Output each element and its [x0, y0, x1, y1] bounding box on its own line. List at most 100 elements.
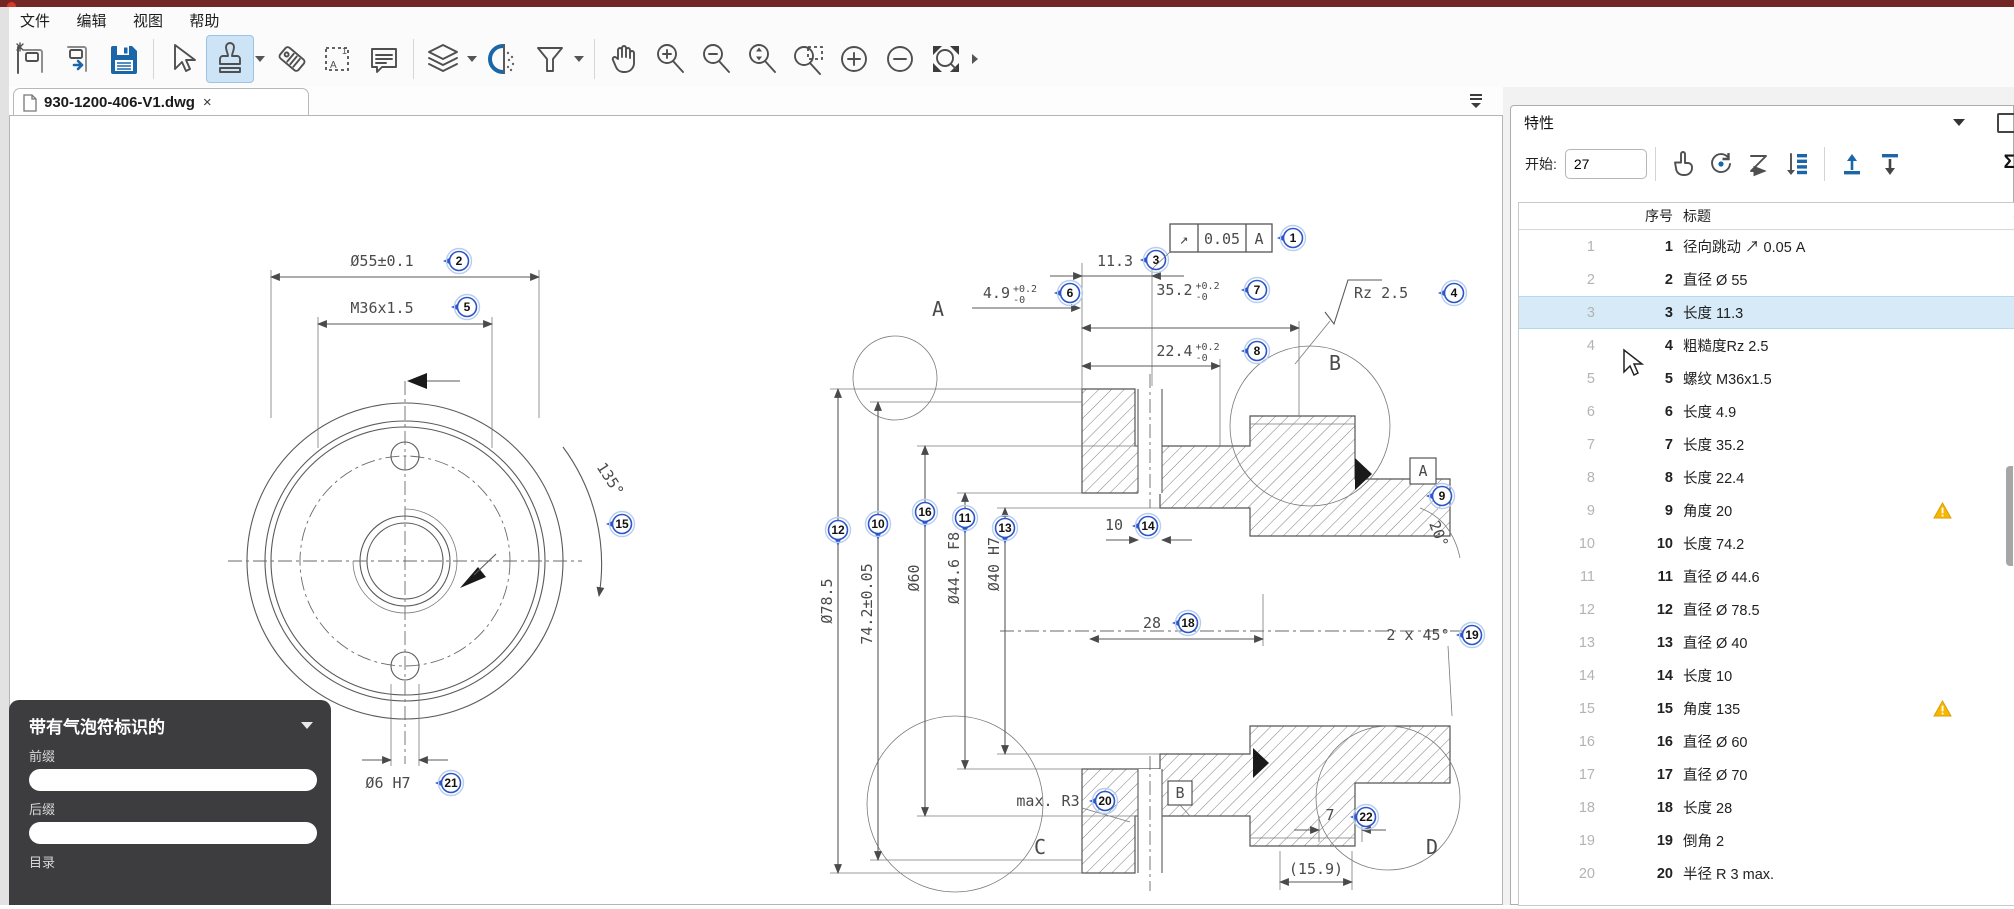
surface-finish[interactable]: Rz 2.5 [1295, 280, 1408, 364]
suffix-input[interactable] [29, 822, 317, 844]
menu-help[interactable]: 帮助 [189, 10, 219, 31]
dimension-text[interactable]: 28 [1143, 614, 1161, 632]
select-button[interactable] [160, 36, 206, 82]
dimension-text[interactable]: Ø6 H7 [365, 774, 410, 792]
dimension-text[interactable]: Ø55±0.1 [350, 252, 413, 270]
feature-control-frame[interactable]: ↗ 0.05 A [1153, 224, 1272, 268]
increase-button[interactable] [831, 36, 877, 82]
dimension-text[interactable]: M36x1.5 [350, 299, 413, 317]
layers-button[interactable] [420, 36, 466, 82]
pick-button[interactable] [1664, 145, 1702, 183]
tag-button[interactable] [269, 36, 315, 82]
svg-text:74.2±0.05[interactable]: 74.2±0.05 [858, 563, 876, 644]
table-row[interactable]: 1111直径 Ø 44.644.6 [1519, 560, 2014, 593]
collapse-caret-icon[interactable] [301, 722, 313, 729]
table-row[interactable]: 1414长度 1010 [1519, 659, 2014, 692]
table-row[interactable]: 11径向跳动 ↗ 0.05 A [1519, 230, 2014, 263]
table-row[interactable]: 88长度 22.422.4 [1519, 461, 2014, 494]
open-file-button[interactable] [55, 36, 101, 82]
scrollbar-thumb[interactable] [2006, 466, 2013, 566]
table-row[interactable]: 1616直径 Ø 6060 [1519, 725, 2014, 758]
table-row[interactable]: 1919倒角 22 [1519, 824, 2014, 857]
stamp-button[interactable] [206, 35, 254, 83]
svg-text:Ø60[interactable]: Ø60 [905, 564, 923, 591]
menu-file[interactable]: 文件 [20, 10, 50, 31]
balloon-6[interactable]: 6 [1054, 281, 1083, 306]
dimension-text[interactable]: max. R3 [1016, 792, 1079, 810]
reorder-button[interactable] [1740, 145, 1778, 183]
balloon-14[interactable]: 14 [1132, 514, 1161, 539]
balloon-12[interactable]: 12 [826, 518, 851, 547]
zoom-dynamic-button[interactable] [739, 36, 785, 82]
document-tab[interactable]: 930-1200-406-V1.dwg × [13, 88, 309, 116]
new-file-button[interactable] [9, 36, 55, 82]
save-button[interactable] [101, 36, 147, 82]
balloon-2[interactable]: 2 [443, 249, 472, 274]
dimension-text[interactable]: 22.4+0.2-0 [1156, 342, 1219, 364]
dimension-text[interactable]: 7 [1325, 806, 1334, 824]
pan-button[interactable] [601, 36, 647, 82]
dimension-text[interactable]: 11.3 [1097, 252, 1133, 270]
table-row[interactable]: 44粗糙度Rz 2.5 [1519, 329, 2014, 362]
export-top-button[interactable] [1833, 145, 1871, 183]
stamp-dropdown-caret[interactable] [255, 56, 265, 62]
dimension-text[interactable]: 10 [1105, 516, 1123, 534]
balloon-8[interactable]: 8 [1241, 339, 1270, 364]
table-row[interactable]: 1313直径 Ø 4040 [1519, 626, 2014, 659]
table-row[interactable]: 1212直径 Ø 78.578.5 [1519, 593, 2014, 626]
table-row[interactable]: 77长度 35.235.2 [1519, 428, 2014, 461]
dimension-text[interactable]: 135° [593, 459, 628, 499]
refresh-button[interactable] [1702, 145, 1740, 183]
balloon-10[interactable]: 10 [866, 512, 891, 541]
dimension-text[interactable]: 2 x 45° [1386, 626, 1449, 644]
pin-icon[interactable] [1997, 113, 2014, 133]
start-number-input[interactable] [1565, 149, 1647, 179]
table-row[interactable]: 1717直径 Ø 7070 [1519, 758, 2014, 791]
decrease-button[interactable] [877, 36, 923, 82]
balloon-3[interactable]: 3 [1140, 248, 1169, 273]
table-row[interactable]: 55螺纹 M36x1.5 [1519, 362, 2014, 395]
tab-list-button[interactable] [1467, 93, 1485, 114]
layers-dropdown-caret[interactable] [467, 56, 477, 62]
zoom-window-button[interactable] [785, 36, 831, 82]
svg-text:Ø78.5[interactable]: Ø78.5 [818, 578, 836, 623]
filter-button[interactable] [527, 36, 573, 82]
balloon-4[interactable]: 4 [1438, 281, 1467, 306]
toolbar-overflow-chevron[interactable] [972, 54, 978, 64]
balloon-7[interactable]: 7 [1241, 278, 1270, 303]
balloon-11[interactable]: 11 [953, 506, 978, 535]
filter-dropdown-caret[interactable] [574, 56, 584, 62]
balloon-1[interactable]: 1 [1277, 226, 1306, 251]
select-area-button[interactable]: A1 [315, 36, 361, 82]
mirror-button[interactable] [481, 36, 527, 82]
svg-text:Ø40 H7[interactable]: Ø40 H7 [985, 537, 1003, 591]
menu-edit[interactable]: 编辑 [76, 10, 106, 31]
balloon-15[interactable]: 15 [606, 512, 635, 537]
comment-button[interactable] [361, 36, 407, 82]
table-row[interactable]: 1010长度 74.274.2 [1519, 527, 2014, 560]
table-row[interactable]: 1515角度 135135 [1519, 692, 2014, 725]
column-nominal[interactable]: 名义值 [1959, 206, 2014, 226]
menu-view[interactable]: 视图 [133, 10, 163, 31]
table-row[interactable]: 33长度 11.311.3 [1519, 296, 2014, 329]
tab-close-icon[interactable]: × [203, 94, 212, 111]
table-row[interactable]: 99角度 2020 [1519, 494, 2014, 527]
table-row[interactable]: 2020半径 R 3 max.3 [1519, 857, 2014, 890]
column-title[interactable]: 标题 [1683, 206, 1925, 226]
prefix-input[interactable] [29, 769, 317, 791]
balloon-16[interactable]: 16 [913, 500, 938, 529]
column-index[interactable]: 序号 [1601, 206, 1683, 226]
dimension-text[interactable]: 35.2+0.2-0 [1156, 281, 1219, 303]
sort-list-button[interactable] [1778, 145, 1816, 183]
export-bottom-button[interactable] [1871, 145, 1909, 183]
zoom-fit-button[interactable] [923, 36, 969, 82]
svg-text:Ø44.6 F8[interactable]: Ø44.6 F8 [945, 532, 963, 604]
balloon-19[interactable]: 19 [1456, 623, 1485, 648]
balloon-5[interactable]: 5 [451, 295, 480, 320]
table-row[interactable]: 66长度 4.94.9 [1519, 395, 2014, 428]
balloon-18[interactable]: 18 [1172, 611, 1201, 636]
zoom-in-button[interactable] [647, 36, 693, 82]
table-row[interactable]: 1818长度 2828 [1519, 791, 2014, 824]
sum-symbol[interactable]: Σ [2004, 152, 2014, 174]
balloon-21[interactable]: 21 [435, 771, 464, 796]
